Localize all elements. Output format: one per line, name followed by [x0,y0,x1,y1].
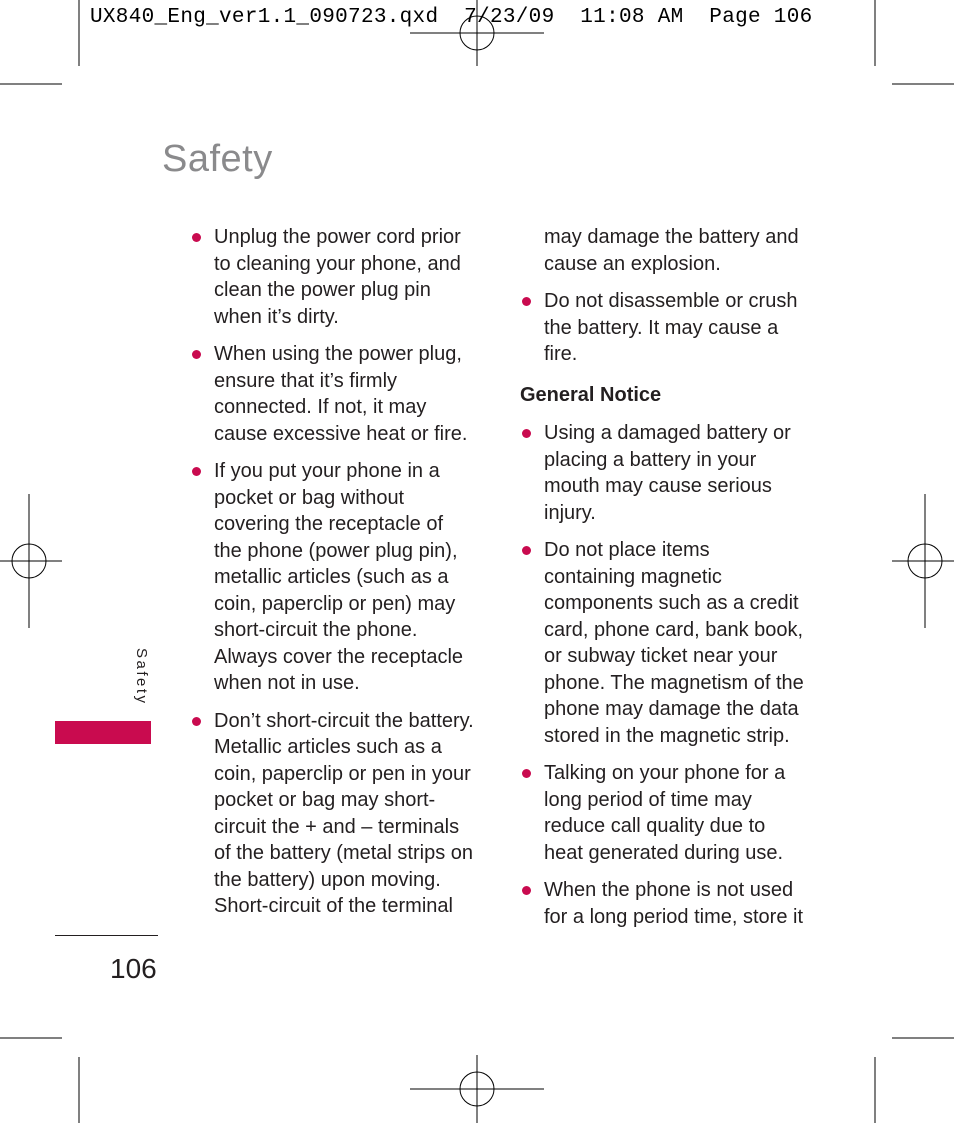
right-column: may damage the battery and cause an expl… [520,224,805,941]
bullet-text: Unplug the power cord prior to cleaning … [214,226,461,328]
registration-mark-right [892,494,954,628]
list-item: Using a damaged battery or placing a bat… [520,420,805,526]
list-item: Unplug the power cord prior to cleaning … [190,224,475,330]
registration-mark-bottom [410,1055,544,1123]
bullet-icon [522,297,531,306]
footer-rule [55,935,158,936]
list-item: Do not disassemble or crush the battery.… [520,288,805,368]
list-item: Do not place items containing magnetic c… [520,537,805,749]
continued-text: may damage the battery and cause an expl… [544,226,799,275]
list-item: Talking on your phone for a long period … [520,760,805,866]
left-column: Unplug the power cord prior to cleaning … [190,224,475,931]
bullet-text: When the phone is not used for a long pe… [544,879,804,928]
bullet-text: When using the power plug, ensure that i… [214,343,468,445]
bullet-text: Do not place items containing magnetic c… [544,539,804,747]
side-tab-label: Safety [133,648,150,706]
bullet-text: Using a damaged battery or placing a bat… [544,422,791,524]
page-number: 106 [110,953,157,984]
section-heading: General Notice [520,383,662,406]
bullet-text: If you put your phone in a pocket or bag… [214,460,464,694]
bullet-icon [522,546,531,555]
bullet-icon [192,350,201,359]
bullet-text: Don’t short-circuit the battery. Metalli… [214,709,474,918]
print-slug-line: UX840_Eng_ver1.1_090723.qxd 7/23/09 11:0… [90,6,813,29]
bullet-icon [522,769,531,778]
bullet-icon [192,233,201,242]
bullet-icon [522,886,531,895]
bullet-text: Talking on your phone for a long period … [544,762,786,864]
bullet-icon [522,429,531,438]
side-tab-marker [55,721,151,744]
registration-mark-left [0,494,62,628]
list-item: When the phone is not used for a long pe… [520,877,805,930]
bullet-text: Do not disassemble or crush the battery.… [544,290,798,365]
list-item: When using the power plug, ensure that i… [190,341,475,447]
list-item: If you put your phone in a pocket or bag… [190,458,475,697]
list-item: Don’t short-circuit the battery. Metalli… [190,708,475,920]
page-title: Safety [162,138,273,180]
bullet-icon [192,467,201,476]
bullet-icon [192,716,201,726]
